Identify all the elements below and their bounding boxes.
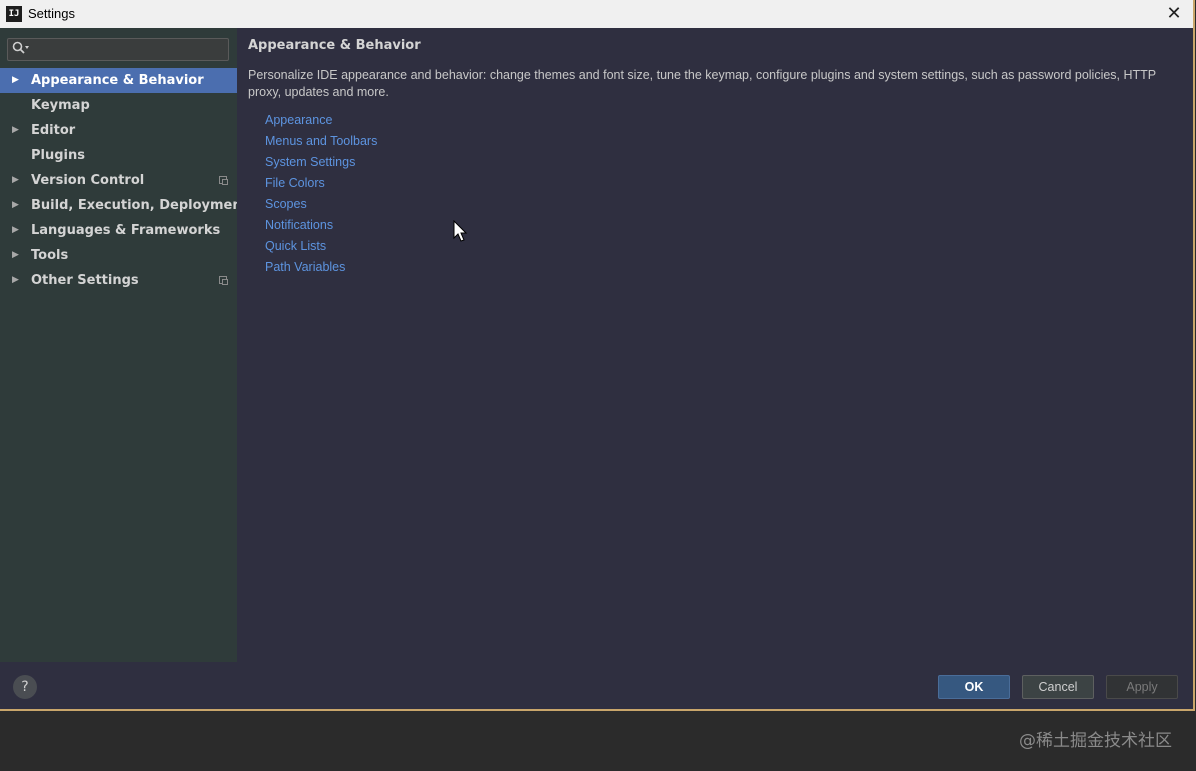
sidebar-item-label: Keymap (31, 98, 90, 113)
link-path-variables[interactable]: Path Variables (265, 259, 377, 280)
settings-tree: ▶ Appearance & Behavior Keymap ▶ Editor Plugi… (0, 68, 248, 293)
link-scopes[interactable]: Scopes (265, 196, 377, 217)
sidebar-item-keymap[interactable]: Keymap (0, 93, 237, 118)
sidebar-item-plugins[interactable]: Plugins (0, 143, 237, 168)
sidebar-item-editor[interactable]: ▶ Editor (0, 118, 237, 143)
settings-sidebar: ▶ Appearance & Behavior Keymap ▶ Editor Plugi… (0, 28, 248, 662)
content-panel: Appearance & Behavior Personalize IDE ap… (237, 28, 1193, 662)
link-appearance[interactable]: Appearance (265, 112, 377, 133)
search-input[interactable] (34, 40, 228, 60)
page-description: Personalize IDE appearance and behavior:… (248, 68, 1156, 99)
expand-arrow-icon[interactable]: ▶ (12, 68, 19, 93)
expand-arrow-icon[interactable]: ▶ (12, 218, 19, 243)
search-box[interactable] (7, 38, 229, 61)
project-scope-icon (219, 176, 228, 185)
intellij-logo-icon: IJ (6, 6, 22, 22)
subpage-links: Appearance Menus and Toolbars System Setti… (265, 112, 377, 280)
sidebar-item-appearance-behavior[interactable]: ▶ Appearance & Behavior (0, 68, 237, 93)
close-button[interactable]: ✕ (1163, 3, 1185, 25)
watermark: @稀土掘金技术社区 (1019, 731, 1172, 751)
sidebar-item-build-execution-deployment[interactable]: ▶ Build, Execution, Deployment (0, 193, 248, 218)
apply-button[interactable]: Apply (1106, 675, 1178, 699)
expand-arrow-icon[interactable]: ▶ (12, 268, 19, 293)
sidebar-item-label: Languages & Frameworks (31, 223, 221, 238)
link-system-settings[interactable]: System Settings (265, 154, 377, 175)
page-title: Appearance & Behavior (248, 38, 421, 53)
link-file-colors[interactable]: File Colors (265, 175, 377, 196)
dialog-footer: ? OK Cancel Apply (0, 662, 1193, 709)
link-notifications[interactable]: Notifications (265, 217, 377, 238)
link-menus-and-toolbars[interactable]: Menus and Toolbars (265, 133, 377, 154)
link-quick-lists[interactable]: Quick Lists (265, 238, 377, 259)
project-scope-icon (219, 276, 228, 285)
sidebar-item-tools[interactable]: ▶ Tools (0, 243, 237, 268)
help-button[interactable]: ? (13, 675, 37, 699)
sidebar-item-other-settings[interactable]: ▶ Other Settings (0, 268, 237, 293)
sidebar-item-label: Other Settings (31, 273, 139, 288)
sidebar-item-label: Build, Execution, Deployment (31, 198, 248, 213)
sidebar-item-label: Version Control (31, 173, 145, 188)
sidebar-item-label: Tools (31, 248, 69, 263)
mouse-pointer-icon (453, 220, 468, 242)
cancel-button[interactable]: Cancel (1022, 675, 1094, 699)
ok-button[interactable]: OK (938, 675, 1010, 699)
sidebar-item-version-control[interactable]: ▶ Version Control (0, 168, 237, 193)
window-title: Settings (28, 6, 75, 21)
title-bar: IJ Settings ✕ (0, 0, 1193, 28)
sidebar-item-label: Editor (31, 123, 76, 138)
expand-arrow-icon[interactable]: ▶ (12, 193, 19, 218)
sidebar-item-label: Plugins (31, 148, 85, 163)
expand-arrow-icon[interactable]: ▶ (12, 168, 19, 193)
expand-arrow-icon[interactable]: ▶ (12, 243, 19, 268)
sidebar-item-label: Appearance & Behavior (31, 73, 204, 88)
settings-window: IJ Settings ✕ ▶ Appearance & Behavior Keym… (0, 0, 1195, 711)
search-icon[interactable] (12, 41, 32, 57)
expand-arrow-icon[interactable]: ▶ (12, 118, 19, 143)
sidebar-item-languages-frameworks[interactable]: ▶ Languages & Frameworks (0, 218, 237, 243)
